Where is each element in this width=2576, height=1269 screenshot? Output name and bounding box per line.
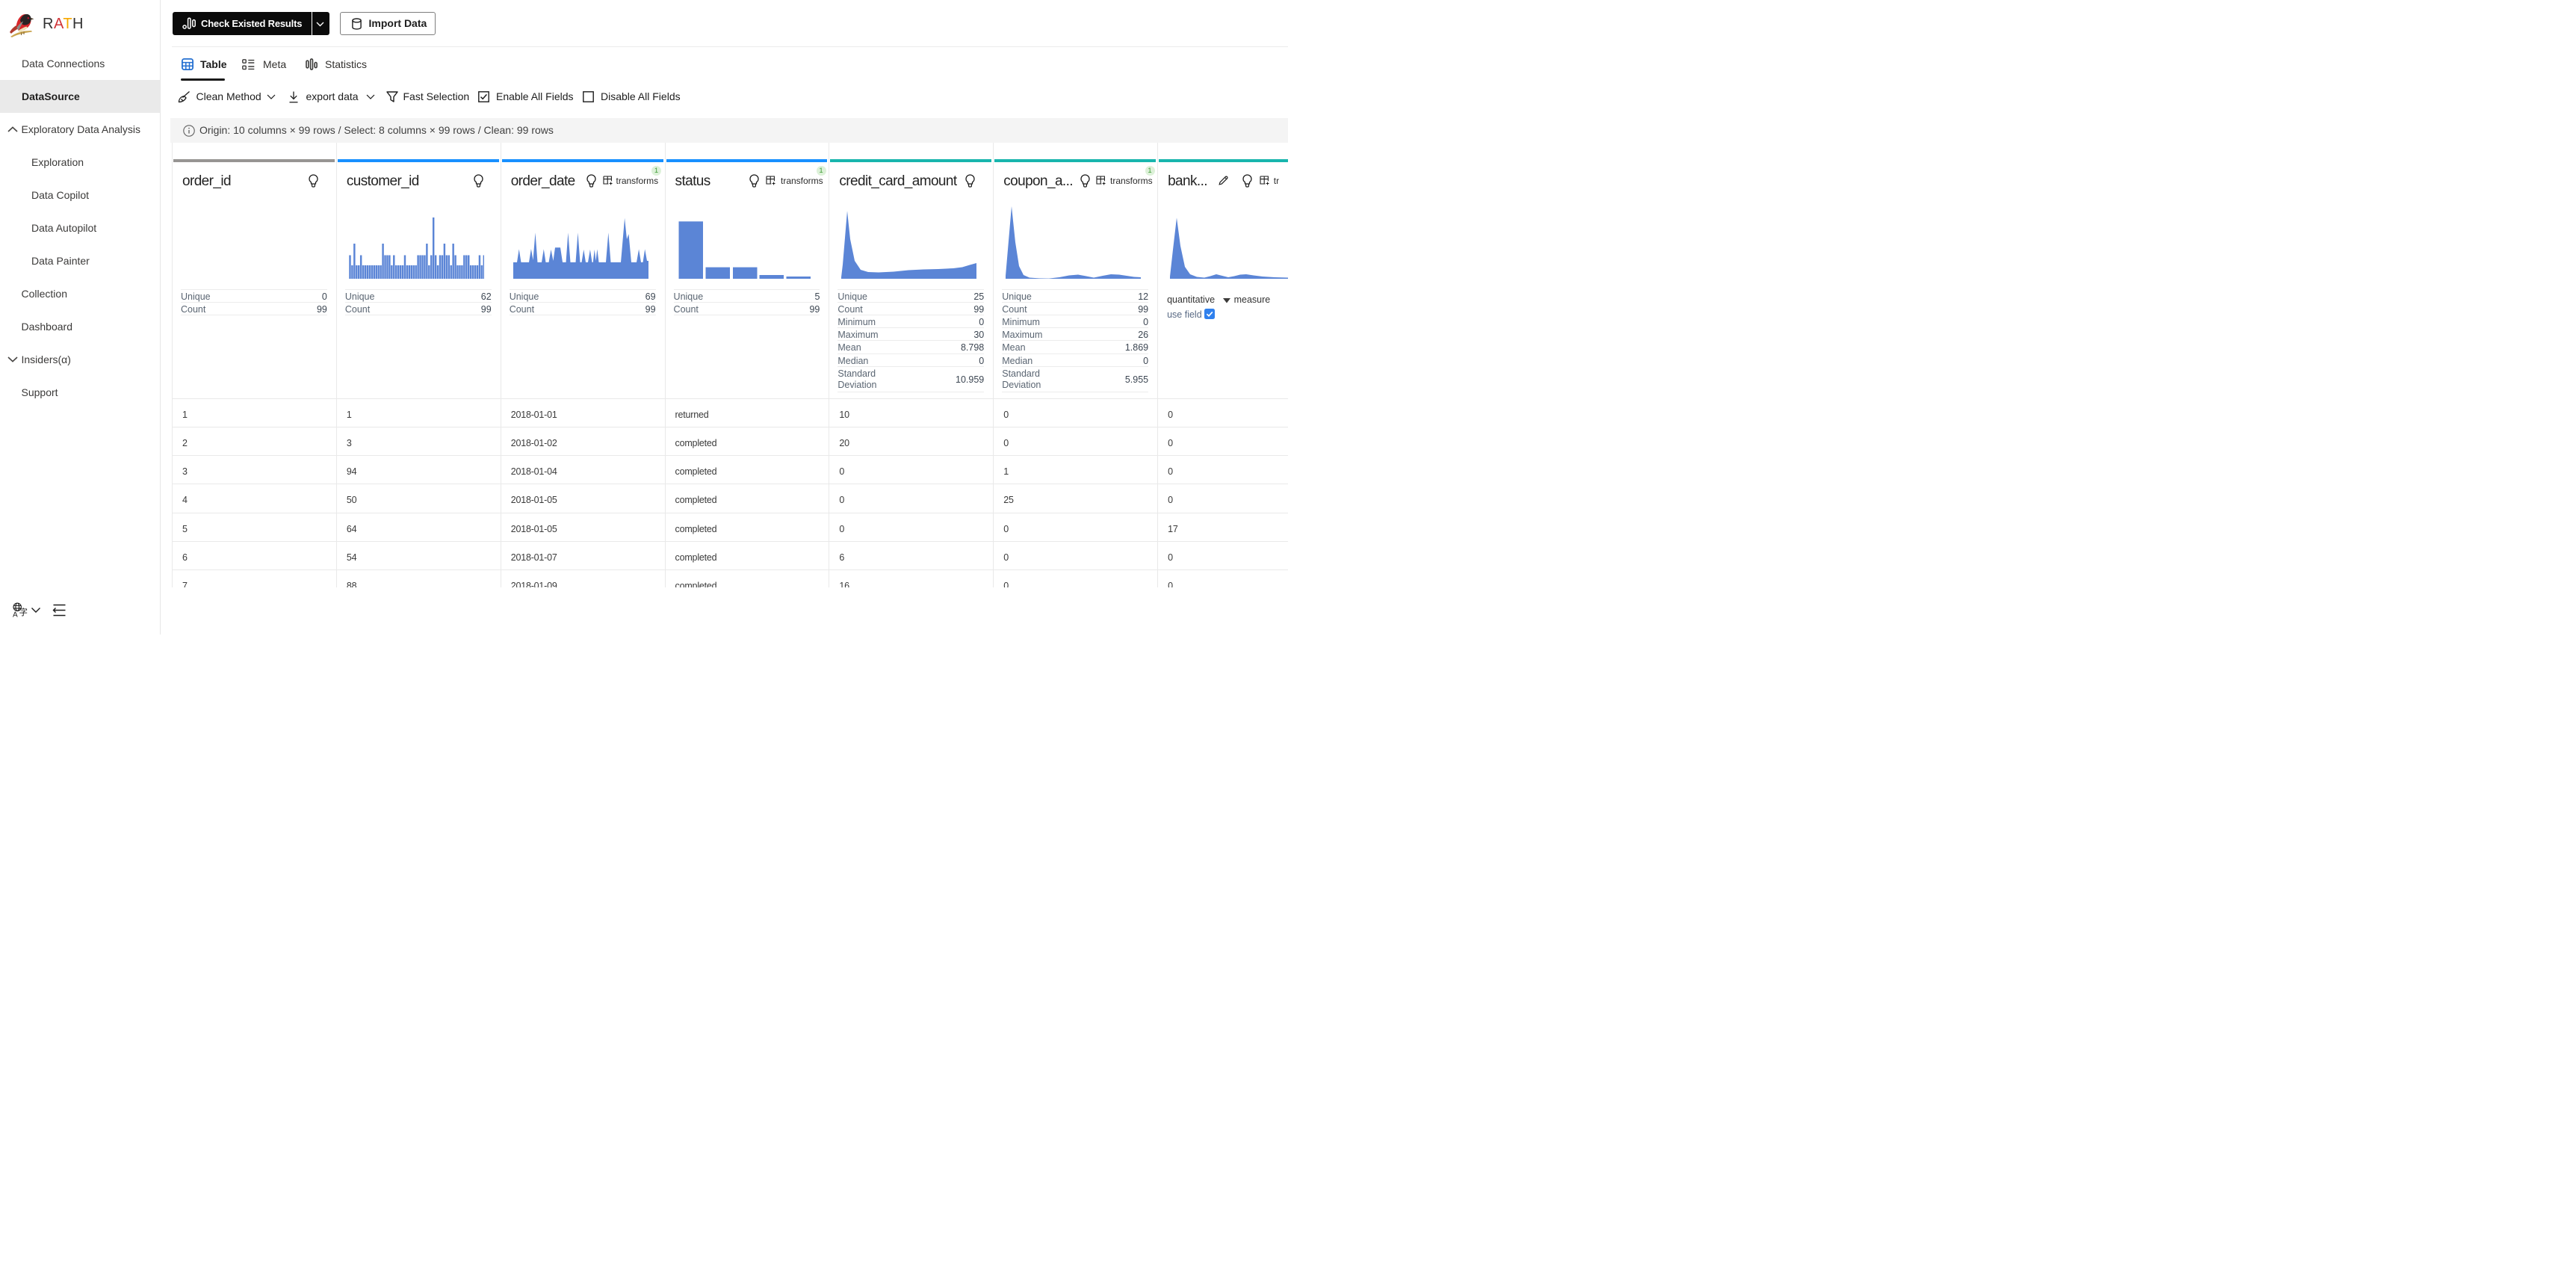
svg-text:字: 字 xyxy=(19,607,28,617)
svg-text:A: A xyxy=(13,611,18,620)
